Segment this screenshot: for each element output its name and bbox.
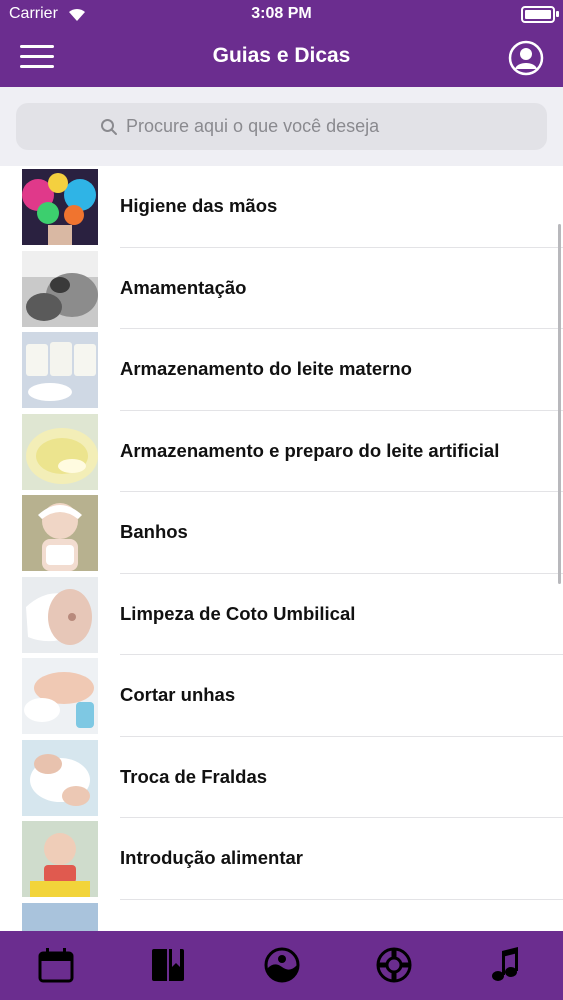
clock: 3:08 PM (251, 5, 312, 22)
formula-powder-photo (22, 413, 98, 490)
item-label: Limpeza de Coto Umbilical (120, 602, 356, 624)
item-label: Cortar unhas (120, 684, 236, 705)
book-icon[interactable] (148, 945, 188, 985)
status-bar: Carrier 3:08 PM (0, 0, 563, 28)
user-profile-icon[interactable] (508, 40, 544, 76)
battery-icon (521, 6, 555, 23)
list-item[interactable]: Banhos (0, 492, 563, 574)
umbilical-care-photo (22, 576, 98, 653)
breastfeeding-photo (22, 250, 98, 327)
item-label: Introdução alimentar (120, 847, 303, 868)
search-input[interactable] (126, 103, 526, 150)
search-icon (101, 119, 117, 135)
list-item[interactable]: Introdução alimentar (0, 818, 563, 900)
page-title: Guias e Dicas (212, 44, 351, 67)
lifebuoy-icon[interactable] (374, 945, 414, 985)
list-item[interactable] (0, 900, 563, 931)
list-item[interactable]: Amamentação (0, 248, 563, 329)
colorful-hands-photo (22, 169, 98, 245)
item-label: Troca de Fraldas (120, 765, 268, 787)
battery-tip (556, 11, 559, 17)
partial-photo (22, 902, 98, 931)
top-bar: Carrier 3:08 PM Guias e Dicas (0, 0, 563, 87)
list-item[interactable]: Armazenamento e preparo do leite artific… (0, 411, 563, 492)
scrollbar[interactable] (558, 224, 561, 584)
list-item[interactable]: Cortar unhas (0, 655, 563, 737)
tab-bar (0, 931, 563, 1000)
search-bar-area (0, 87, 563, 166)
music-note-icon[interactable] (488, 945, 528, 985)
item-label: Armazenamento do leite materno (120, 358, 412, 379)
calendar-icon[interactable] (36, 945, 76, 985)
baby-food-photo (22, 821, 98, 897)
diaper-change-photo (22, 739, 98, 816)
item-label: Armazenamento e preparo do leite artific… (120, 439, 500, 461)
item-label: Banhos (120, 521, 188, 542)
item-label: Amamentação (120, 276, 247, 298)
item-label: Higiene das mãos (120, 195, 278, 216)
search-box[interactable] (16, 103, 547, 150)
list-item[interactable]: Limpeza de Coto Umbilical (0, 574, 563, 655)
baby-bath-photo (22, 495, 98, 571)
moon-landscape-icon[interactable] (262, 945, 302, 985)
baby-nails-photo (22, 658, 98, 734)
guide-list: Higiene das mãos Amamentação Armazenamen… (0, 166, 563, 931)
list-item[interactable]: Higiene das mãos (0, 166, 563, 248)
milk-bottles-photo (22, 332, 98, 408)
list-item[interactable]: Troca de Fraldas (0, 737, 563, 818)
list-item[interactable]: Armazenamento do leite materno (0, 329, 563, 411)
